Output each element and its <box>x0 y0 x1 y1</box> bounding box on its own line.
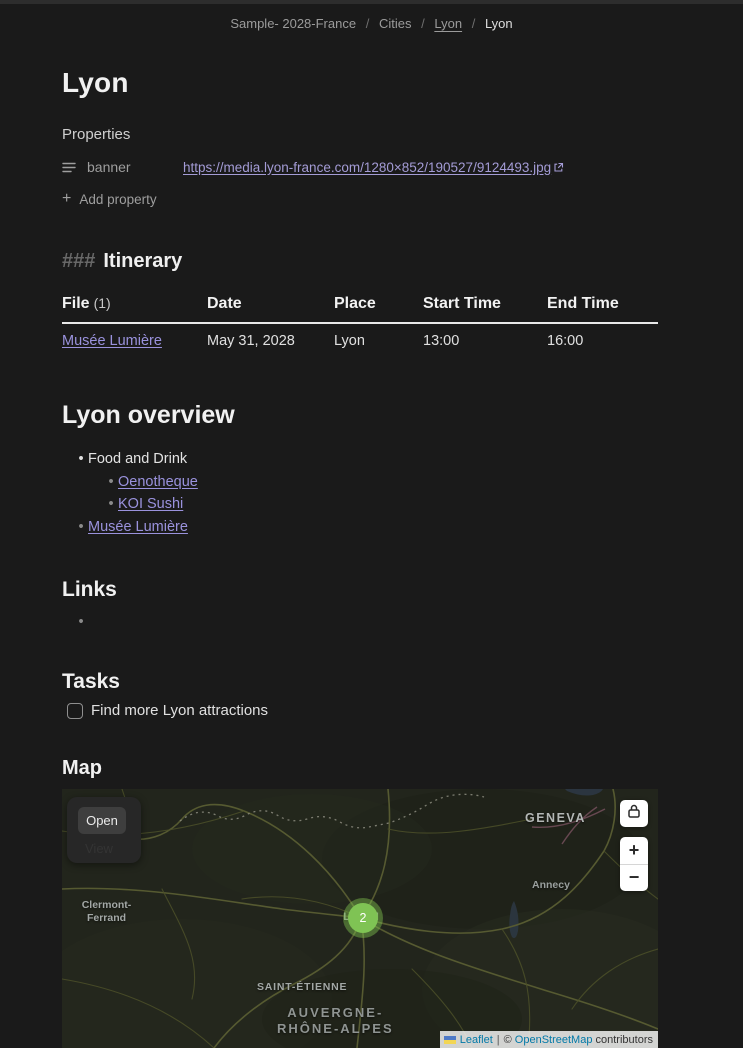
banner-url-text: https://media.lyon-france.com/1280×852/1… <box>183 159 552 175</box>
bullet-icon: • <box>108 496 114 513</box>
map-label-line: RHÔNE-ALPES <box>277 1021 394 1037</box>
itinerary-table-header: File (1) Date Place Start Time End Time <box>62 295 658 325</box>
plus-icon: + <box>62 190 72 208</box>
column-header-end-time[interactable]: End Time <box>547 295 658 313</box>
markdown-hash-prefix: ### <box>62 250 96 273</box>
page-content: Lyon Properties banner https://media.lyo… <box>62 67 658 1048</box>
column-header-start-time[interactable]: Start Time <box>423 295 547 313</box>
map-canvas[interactable]: GENEVA Annecy Clermont- Ferrand SAINT-ÉT… <box>62 789 658 1048</box>
map-attribution: Leaflet | © OpenStreetMap contributors <box>439 1031 658 1048</box>
end-time-cell[interactable]: 16:00 <box>547 333 658 349</box>
file-cell-link[interactable]: Musée Lumière <box>62 333 162 349</box>
breadcrumb-separator: / <box>365 16 370 32</box>
align-left-icon <box>62 159 78 175</box>
openstreetmap-link[interactable]: OpenStreetMap <box>515 1034 593 1046</box>
map-label-line: AUVERGNE- <box>287 1005 384 1021</box>
add-property-label: Add property <box>79 191 157 207</box>
column-header-file[interactable]: File (1) <box>62 295 207 313</box>
zoom-in-button[interactable]: + <box>620 837 648 865</box>
breadcrumb-separator: / <box>471 16 476 32</box>
column-header-date[interactable]: Date <box>207 295 334 313</box>
file-count-badge: (1) <box>93 295 111 312</box>
tasks-heading: Tasks <box>62 670 120 694</box>
list-item-link[interactable]: KOI Sushi <box>118 493 183 516</box>
breadcrumb-item-space[interactable]: Sample- 2028-France <box>230 16 356 31</box>
itinerary-heading-text: Itinerary <box>103 250 183 273</box>
task-label[interactable]: Find more Lyon attractions <box>91 702 268 719</box>
task-checkbox[interactable] <box>67 702 83 719</box>
task-item: Find more Lyon attractions <box>67 702 658 719</box>
links-heading: Links <box>62 578 117 602</box>
empty-list-bullet[interactable]: • <box>74 614 88 630</box>
itinerary-table: File (1) Date Place Start Time End Time M… <box>62 295 658 349</box>
column-header-place[interactable]: Place <box>334 295 423 313</box>
list-item: • Food and Drink <box>74 448 658 471</box>
date-cell[interactable]: May 31, 2028 <box>207 333 334 349</box>
attribution-suffix: contributors <box>595 1033 653 1046</box>
bullet-icon: • <box>108 473 114 490</box>
list-item: • Musée Lumière <box>74 516 658 539</box>
cluster-count: 2 <box>359 911 367 926</box>
map-label-geneva: GENEVA <box>525 811 586 826</box>
itinerary-heading: ### Itinerary <box>62 250 658 273</box>
list-item: • KOI Sushi <box>104 493 658 516</box>
list-item-link[interactable]: Musée Lumière <box>88 516 188 539</box>
banner-url-link[interactable]: https://media.lyon-france.com/1280×852/1… <box>183 160 564 175</box>
breadcrumb-item-cities[interactable]: Cities <box>379 16 412 31</box>
map-label-annecy: Annecy <box>532 879 570 892</box>
map-label-clermont-ferrand: Clermont- Ferrand <box>64 899 149 925</box>
place-cell[interactable]: Lyon <box>334 333 423 349</box>
map-zoom-control: + − <box>620 837 648 892</box>
open-button[interactable]: Open <box>78 807 126 835</box>
list-item: • Oenotheque <box>104 471 658 494</box>
breadcrumb-item-current: Lyon <box>484 16 513 32</box>
map-heading: Map <box>62 757 102 780</box>
list-item-link[interactable]: Oenotheque <box>118 471 198 494</box>
map-lock-button[interactable] <box>620 800 648 828</box>
table-row: Musée Lumière May 31, 2028 Lyon 13:00 16… <box>62 324 658 349</box>
map-label-saint-etienne: SAINT-ÉTIENNE <box>257 981 348 994</box>
external-link-icon <box>553 162 564 173</box>
attribution-separator: | <box>496 1033 500 1046</box>
map-label-region: AUVERGNE- RHÔNE-ALPES <box>277 1005 394 1037</box>
window-top-strip <box>0 0 743 4</box>
map-cluster-marker[interactable]: 2 <box>343 898 383 939</box>
properties-section-label[interactable]: Properties <box>62 126 658 143</box>
start-time-cell[interactable]: 13:00 <box>423 333 547 349</box>
property-name: banner <box>87 159 131 176</box>
breadcrumb-separator: / <box>421 16 425 32</box>
map-popup-panel: Open View <box>67 797 141 864</box>
column-file-label: File <box>62 295 90 313</box>
map-label-line: Clermont- <box>81 899 132 912</box>
breadcrumb: Sample- 2028-France / Cities / Lyon / Ly… <box>0 15 743 31</box>
ukraine-flag-icon <box>443 1035 456 1044</box>
overview-list: • Food and Drink • Oenotheque • KOI Sush… <box>62 448 658 538</box>
list-item-label: Food and Drink <box>88 451 188 468</box>
map-label-line: Ferrand <box>86 912 127 925</box>
zoom-out-button[interactable]: − <box>620 865 648 892</box>
lock-icon <box>626 803 642 824</box>
add-property-button[interactable]: + Add property <box>62 190 658 208</box>
copyright-symbol: © <box>503 1033 512 1046</box>
bullet-icon: • <box>78 451 84 468</box>
overview-heading: Lyon overview <box>62 401 235 430</box>
breadcrumb-item-lyon-parent[interactable]: Lyon <box>434 16 462 31</box>
property-row-banner[interactable]: banner https://media.lyon-france.com/128… <box>62 159 658 175</box>
page-title[interactable]: Lyon <box>62 67 658 99</box>
leaflet-link[interactable]: Leaflet <box>460 1034 493 1046</box>
bullet-icon: • <box>78 518 84 535</box>
view-menu-item[interactable]: View <box>85 841 113 856</box>
